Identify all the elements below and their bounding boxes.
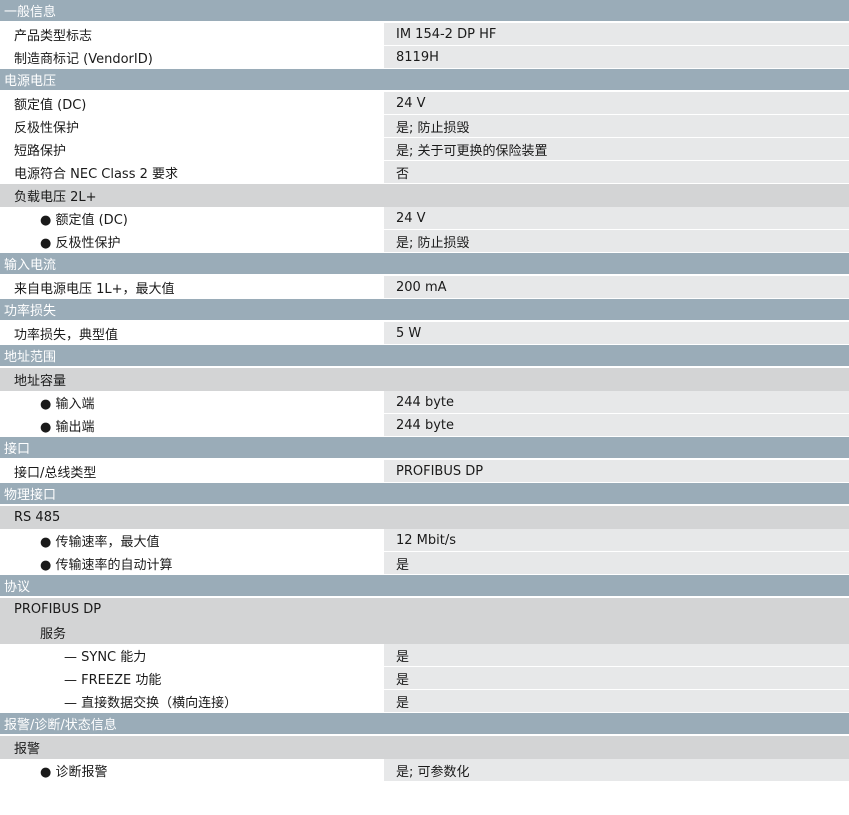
- spec-value: 否: [384, 161, 849, 183]
- spec-label: 来自电源电压 1L+，最大值: [0, 277, 384, 297]
- subsection-label: PROFIBUS DP: [14, 602, 102, 617]
- subsection-value-cell: [384, 621, 849, 644]
- subsection-header: RS 485: [0, 506, 849, 529]
- spec-value: 是; 防止损毁: [384, 115, 849, 137]
- spec-row: ● 反极性保护 是; 防止损毁: [0, 230, 849, 253]
- section-header: 电源电压: [0, 69, 849, 92]
- spec-label: 制造商标记 (VendorID): [0, 47, 384, 67]
- spec-value: IM 154-2 DP HF: [384, 23, 849, 45]
- spec-label: 接口/总线类型: [0, 461, 384, 481]
- spec-row: — 直接数据交换（横向连接）是: [0, 690, 849, 713]
- section-header: 一般信息: [0, 0, 849, 23]
- subsection-value-cell: [384, 598, 849, 621]
- spec-value: 是; 关于可更换的保险装置: [384, 138, 849, 160]
- spec-row: 短路保护 是; 关于可更换的保险装置: [0, 138, 849, 161]
- subsection-label: 地址容量: [14, 374, 67, 389]
- spec-value: 24 V: [384, 92, 849, 114]
- spec-value: 5 W: [384, 322, 849, 344]
- spec-value: 8119H: [384, 46, 849, 68]
- spec-row: ● 输入端 244 byte: [0, 391, 849, 414]
- spec-row: ● 输出端 244 byte: [0, 414, 849, 437]
- section-header: 协议: [0, 575, 849, 598]
- subsection-value-cell: [384, 184, 849, 207]
- spec-value: PROFIBUS DP: [384, 460, 849, 482]
- spec-row: ● 传输速率，最大值 12 Mbit/s: [0, 529, 849, 552]
- spec-row: 额定值 (DC) 24 V: [0, 92, 849, 115]
- subsection-value-cell: [384, 736, 849, 759]
- spec-row: ● 诊断报警 是; 可参数化: [0, 759, 849, 782]
- spec-value: 是: [384, 690, 849, 712]
- section-header: 物理接口: [0, 483, 849, 506]
- spec-value: 是: [384, 667, 849, 689]
- spec-row: — SYNC 能力是: [0, 644, 849, 667]
- spec-value: 12 Mbit/s: [384, 529, 849, 551]
- spec-label: 电源符合 NEC Class 2 要求: [0, 162, 384, 182]
- spec-row: 反极性保护 是; 防止损毁: [0, 115, 849, 138]
- subsection-header: 服务: [0, 621, 849, 644]
- spec-label: — 直接数据交换（横向连接）: [0, 691, 384, 711]
- spec-label: — FREEZE 功能: [0, 668, 384, 688]
- spec-row: ● 传输速率的自动计算是: [0, 552, 849, 575]
- spec-value: 24 V: [384, 207, 849, 229]
- spec-value: 是; 防止损毁: [384, 230, 849, 252]
- section-header: 地址范围: [0, 345, 849, 368]
- spec-label: 短路保护: [0, 139, 384, 159]
- spec-label: ● 传输速率，最大值: [0, 530, 384, 550]
- spec-row: 来自电源电压 1L+，最大值 200 mA: [0, 276, 849, 299]
- spec-row: ● 额定值 (DC) 24 V: [0, 207, 849, 230]
- subsection-label: 报警: [14, 742, 41, 757]
- spec-row: 产品类型标志 IM 154-2 DP HF: [0, 23, 849, 46]
- section-header: 功率损失: [0, 299, 849, 322]
- spec-value: 是: [384, 552, 849, 574]
- spec-label: ● 传输速率的自动计算: [0, 553, 384, 573]
- section-header: 接口: [0, 437, 849, 460]
- spec-row: 电源符合 NEC Class 2 要求否: [0, 161, 849, 184]
- spec-label: ● 额定值 (DC): [0, 208, 384, 228]
- spec-label: 额定值 (DC): [0, 93, 384, 113]
- spec-row: — FREEZE 功能是: [0, 667, 849, 690]
- spec-label: ● 反极性保护: [0, 231, 384, 251]
- spec-value: 是; 可参数化: [384, 759, 849, 781]
- spec-value: 244 byte: [384, 391, 849, 413]
- spec-row: 接口/总线类型 PROFIBUS DP: [0, 460, 849, 483]
- subsection-header: 负载电压 2L+: [0, 184, 849, 207]
- spec-label: ● 输出端: [0, 415, 384, 435]
- spec-label: 产品类型标志: [0, 24, 384, 44]
- spec-label: ● 输入端: [0, 392, 384, 412]
- spec-label: 反极性保护: [0, 116, 384, 136]
- spec-table: 一般信息 产品类型标志 IM 154-2 DP HF 制造商标记 (VendorID)…: [0, 0, 849, 782]
- subsection-value-cell: [384, 368, 849, 391]
- spec-value: 200 mA: [384, 276, 849, 298]
- spec-row: 功率损失，典型值 5 W: [0, 322, 849, 345]
- spec-row: 制造商标记 (VendorID) 8119H: [0, 46, 849, 69]
- spec-label: ● 诊断报警: [0, 760, 384, 780]
- subsection-label: 服务: [40, 627, 67, 642]
- section-header: 报警/诊断/状态信息: [0, 713, 849, 736]
- subsection-header: PROFIBUS DP: [0, 598, 849, 621]
- subsection-value-cell: [384, 506, 849, 529]
- spec-value: 是: [384, 644, 849, 666]
- spec-label: — SYNC 能力: [0, 645, 384, 665]
- subsection-label: 负载电压 2L+: [14, 190, 97, 205]
- subsection-header: 报警: [0, 736, 849, 759]
- subsection-header: 地址容量: [0, 368, 849, 391]
- spec-label: 功率损失，典型值: [0, 323, 384, 343]
- section-header: 输入电流: [0, 253, 849, 276]
- subsection-label: RS 485: [14, 510, 61, 525]
- spec-value: 244 byte: [384, 414, 849, 436]
